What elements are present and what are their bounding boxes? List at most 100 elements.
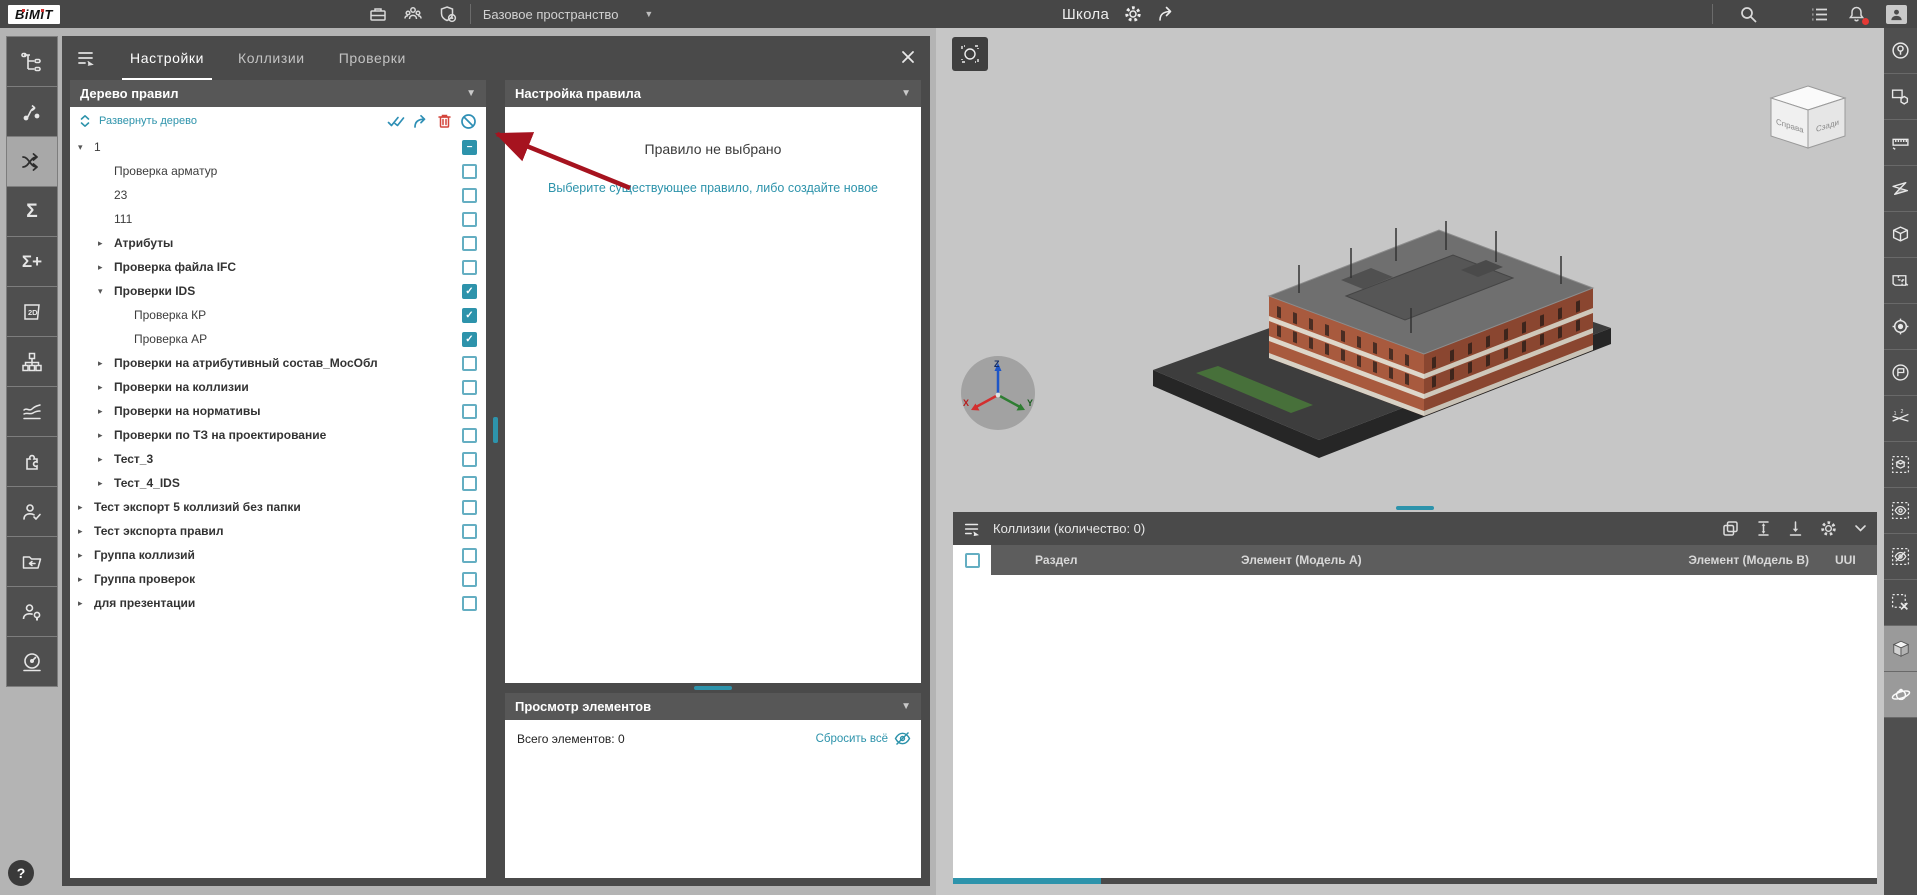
share-icon[interactable]	[1157, 5, 1175, 23]
align-bottom-icon[interactable]	[1788, 520, 1803, 537]
relations-icon[interactable]	[7, 87, 57, 137]
expander-icon[interactable]: ▸	[98, 382, 114, 393]
tree-item[interactable]: ▸Проверки на нормативы	[70, 399, 486, 423]
tree-item-checkbox[interactable]: ✓	[462, 284, 477, 299]
axis-gizmo[interactable]: Z X Y	[960, 355, 1036, 431]
column-header[interactable]: Раздел	[991, 553, 1241, 567]
horizontal-scrollbar[interactable]	[953, 878, 1877, 884]
column-header[interactable]: Элемент (Модель A)	[1241, 553, 1661, 567]
tree-item[interactable]: ▸для презентации	[70, 591, 486, 615]
tree-item[interactable]: ▸Проверки по ТЗ на проектирование	[70, 423, 486, 447]
orbit-gimbal-icon[interactable]	[1884, 672, 1917, 718]
tree-item-checkbox[interactable]	[462, 428, 477, 443]
resize-handle[interactable]	[694, 686, 732, 690]
collapse-chevron-icon[interactable]: ▼	[901, 88, 911, 99]
close-icon[interactable]	[900, 49, 916, 65]
floor-plans-icon[interactable]	[1884, 258, 1917, 304]
rule-empty-hint-link[interactable]: Выберите существующее правило, либо созд…	[505, 181, 921, 195]
expander-icon[interactable]: ▸	[78, 550, 94, 561]
tree-item-checkbox[interactable]	[462, 164, 477, 179]
expander-icon[interactable]: ▾	[98, 286, 114, 297]
tree-item[interactable]: 23	[70, 183, 486, 207]
expander-icon[interactable]: ▸	[98, 478, 114, 489]
viewpoint-flag-icon[interactable]	[1884, 350, 1917, 396]
user-avatar-icon[interactable]	[1886, 5, 1907, 24]
tree-item-checkbox[interactable]	[462, 380, 477, 395]
tree-item-checkbox[interactable]	[462, 452, 477, 467]
tree-item-checkbox[interactable]: ✓	[462, 332, 477, 347]
dashboard-icon[interactable]	[7, 637, 57, 686]
focus-icon[interactable]	[1884, 304, 1917, 350]
isolate-selection-icon[interactable]	[1884, 442, 1917, 488]
select-elements-icon[interactable]	[1884, 74, 1917, 120]
clear-selection-icon[interactable]	[1884, 580, 1917, 626]
tree-item-checkbox[interactable]	[462, 548, 477, 563]
collapse-chevron-icon[interactable]: ▼	[466, 88, 476, 99]
copy-icon[interactable]	[1722, 520, 1739, 537]
tree-item-checkbox[interactable]: ✓	[462, 308, 477, 323]
resize-handle[interactable]	[1396, 506, 1434, 510]
tree-item[interactable]: ▸Тест экспорта правил	[70, 519, 486, 543]
axes-grid-icon[interactable]: 12	[1884, 396, 1917, 442]
expander-icon[interactable]: ▸	[78, 502, 94, 513]
expander-icon[interactable]: ▸	[98, 406, 114, 417]
expander-icon[interactable]: ▸	[98, 430, 114, 441]
expand-tree-link[interactable]: Развернуть дерево	[79, 114, 197, 128]
panel-menu-icon[interactable]	[963, 520, 981, 538]
expander-icon[interactable]: ▸	[78, 574, 94, 585]
reset-all-link[interactable]: Сбросить всё	[816, 731, 911, 746]
list-icon[interactable]	[1810, 5, 1829, 24]
tree-item-checkbox[interactable]	[462, 404, 477, 419]
forward-icon[interactable]	[413, 114, 429, 129]
tree-item[interactable]: ▸Проверка файла IFC	[70, 255, 486, 279]
search-icon[interactable]	[1739, 5, 1758, 24]
settings-gear-icon[interactable]	[1820, 520, 1837, 537]
workspace-select[interactable]: Базовое пространство ▼	[483, 7, 653, 22]
tree-item-checkbox[interactable]	[462, 572, 477, 587]
settings-gear-icon[interactable]	[1124, 5, 1142, 23]
column-header[interactable]: Элемент (Модель B)	[1661, 553, 1835, 567]
tree-item[interactable]: 111	[70, 207, 486, 231]
measure-icon[interactable]	[1884, 120, 1917, 166]
tree-item[interactable]: ▸Группа коллизий	[70, 543, 486, 567]
viewpoint-camera-button[interactable]	[952, 37, 988, 71]
expander-icon[interactable]: ▸	[98, 454, 114, 465]
tree-item[interactable]: ▾1−	[70, 135, 486, 159]
tree-item-checkbox[interactable]	[462, 260, 477, 275]
clash-detection-icon[interactable]	[7, 137, 57, 187]
sum-icon[interactable]: Σ	[7, 187, 57, 237]
collapse-chevron-icon[interactable]: ▼	[901, 701, 911, 712]
expander-icon[interactable]: ▸	[78, 526, 94, 537]
tree-item-checkbox[interactable]	[462, 596, 477, 611]
hide-selection-icon[interactable]	[1884, 534, 1917, 580]
tree-item[interactable]: Проверка арматур	[70, 159, 486, 183]
viewport-3d[interactable]: Справа Сзади Z X Y Коллизии (количество:…	[936, 28, 1884, 895]
view-cube[interactable]: Справа Сзади	[1763, 80, 1853, 158]
sum-add-icon[interactable]: Σ+	[7, 237, 57, 287]
select-all-checkbox[interactable]	[965, 553, 980, 568]
check-all-icon[interactable]	[387, 114, 405, 129]
show-selection-icon[interactable]	[1884, 488, 1917, 534]
expander-icon[interactable]: ▸	[98, 262, 114, 273]
tree-item[interactable]: ▸Тест экспорт 5 коллизий без папки	[70, 495, 486, 519]
orbit-mode-icon[interactable]	[1884, 28, 1917, 74]
expander-icon[interactable]: ▸	[98, 238, 114, 249]
user-location-icon[interactable]	[7, 587, 57, 637]
expander-icon[interactable]: ▸	[78, 598, 94, 609]
tree-item[interactable]: ▸Тест_4_IDS	[70, 471, 486, 495]
drawings-2d-icon[interactable]: 2D	[7, 287, 57, 337]
user-check-icon[interactable]	[7, 487, 57, 537]
tree-item[interactable]: ▾Проверки IDS✓	[70, 279, 486, 303]
model-3d[interactable]	[1141, 128, 1631, 473]
clip-box-icon[interactable]	[1884, 212, 1917, 258]
tree-item[interactable]: ▸Проверки на атрибутивный состав_МосОбл	[70, 351, 486, 375]
tree-item-checkbox[interactable]	[462, 500, 477, 515]
tab-checks[interactable]: Проверки	[339, 36, 406, 80]
distribute-vertical-icon[interactable]	[1756, 520, 1771, 537]
tree-item[interactable]: ▸Тест_3	[70, 447, 486, 471]
panel-menu-icon[interactable]	[76, 48, 96, 68]
tab-settings[interactable]: Настройки	[130, 36, 204, 80]
briefcase-icon[interactable]	[368, 4, 388, 24]
tree-item[interactable]: ▸Атрибуты	[70, 231, 486, 255]
tree-item-checkbox[interactable]	[462, 476, 477, 491]
